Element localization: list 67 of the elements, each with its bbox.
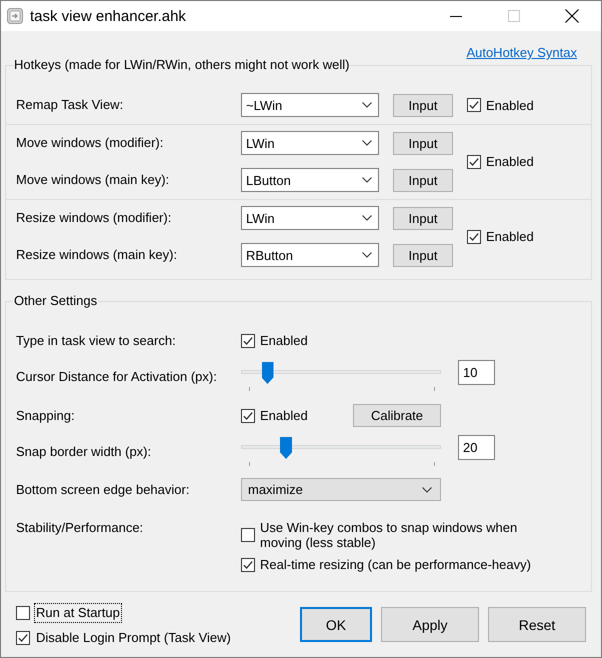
checkbox-label: Real-time resizing (can be performance-heavy) bbox=[260, 557, 531, 572]
checkbox[interactable] bbox=[467, 230, 481, 244]
slider-track[interactable] bbox=[241, 437, 441, 459]
calibrate-button[interactable]: Calibrate bbox=[353, 404, 441, 427]
behavior-dropdown[interactable]: maximize bbox=[241, 478, 441, 501]
group-title: Other Settings bbox=[13, 293, 98, 309]
setting-label: Move windows (main key): bbox=[16, 172, 170, 188]
chevron-icon bbox=[362, 177, 372, 183]
tick-mark bbox=[434, 387, 435, 391]
input-button[interactable]: Input bbox=[393, 94, 453, 116]
input-button[interactable]: Input bbox=[393, 168, 453, 192]
checkbox[interactable] bbox=[241, 408, 255, 422]
setting-label: Snapping: bbox=[16, 408, 76, 424]
hotkey-dropdown[interactable]: LWin bbox=[241, 206, 379, 230]
setting-label: Snap border width (px): bbox=[16, 444, 152, 460]
input-button[interactable]: Input bbox=[393, 244, 453, 266]
slider-thumb[interactable] bbox=[262, 362, 274, 384]
dialog-button[interactable]: Apply bbox=[381, 607, 479, 642]
maximize-icon bbox=[508, 10, 520, 22]
checkbox[interactable] bbox=[241, 528, 255, 542]
checkbox[interactable] bbox=[467, 154, 481, 168]
value-field[interactable]: 10 bbox=[458, 360, 495, 385]
chevron-icon bbox=[362, 252, 372, 258]
setting-label: Resize windows (modifier): bbox=[16, 210, 172, 226]
slider-thumb[interactable] bbox=[280, 437, 292, 459]
dialog-button[interactable]: Reset bbox=[488, 607, 586, 642]
hotkey-dropdown[interactable]: LButton bbox=[241, 168, 379, 192]
hotkey-dropdown[interactable]: LWin bbox=[241, 131, 379, 155]
setting-label: Remap Task View: bbox=[16, 97, 124, 113]
tick-mark bbox=[434, 462, 435, 466]
checkbox-label: Enabled bbox=[486, 229, 534, 244]
checkbox-label: Enabled bbox=[486, 154, 534, 169]
app-icon bbox=[7, 8, 23, 24]
chevron-icon bbox=[362, 102, 372, 108]
group-title: Hotkeys (made for LWin/RWin, others might not work well) bbox=[13, 57, 350, 73]
setting-label: Move windows (modifier): bbox=[16, 135, 164, 151]
setting-label: Resize windows (main key): bbox=[16, 247, 178, 263]
checkbox-label: Run at Startup bbox=[34, 603, 122, 623]
setting-label: Stability/Performance: bbox=[16, 520, 144, 535]
close-icon bbox=[565, 9, 579, 23]
input-button[interactable]: Input bbox=[393, 206, 453, 230]
checkbox-label: Disable Login Prompt (Task View) bbox=[35, 629, 232, 647]
value-field[interactable]: 20 bbox=[458, 435, 495, 460]
dialog-button[interactable]: OK bbox=[300, 607, 372, 642]
window-title: task view enhancer.ahk bbox=[30, 8, 186, 24]
syntax-link[interactable]: AutoHotkey Syntax bbox=[466, 45, 577, 61]
checkbox[interactable] bbox=[16, 606, 30, 620]
hotkey-dropdown[interactable]: ~LWin bbox=[241, 93, 379, 117]
tick-mark bbox=[249, 462, 250, 466]
chevron-icon bbox=[422, 486, 432, 492]
checkbox-label: Enabled bbox=[260, 333, 308, 348]
checkbox[interactable] bbox=[241, 558, 255, 572]
chevron-icon bbox=[362, 215, 372, 221]
checkbox[interactable] bbox=[16, 631, 30, 645]
setting-label: Bottom screen edge behavior: bbox=[16, 482, 190, 498]
chevron-icon bbox=[362, 140, 372, 146]
slider-track[interactable] bbox=[241, 362, 441, 384]
checkbox-label: Enabled bbox=[486, 98, 534, 112]
checkbox[interactable] bbox=[467, 98, 481, 112]
tick-mark bbox=[249, 387, 250, 391]
setting-label: Type in task view to search: bbox=[16, 332, 177, 348]
checkbox-label: Enabled bbox=[260, 408, 308, 423]
checkbox[interactable] bbox=[241, 334, 255, 348]
checkbox-label: Use Win-key combos to snap windows when moving (less stable) bbox=[260, 520, 518, 550]
setting-label: Cursor Distance for Activation (px): bbox=[16, 369, 218, 385]
hotkey-dropdown[interactable]: RButton bbox=[241, 243, 379, 267]
input-button[interactable]: Input bbox=[393, 132, 453, 154]
